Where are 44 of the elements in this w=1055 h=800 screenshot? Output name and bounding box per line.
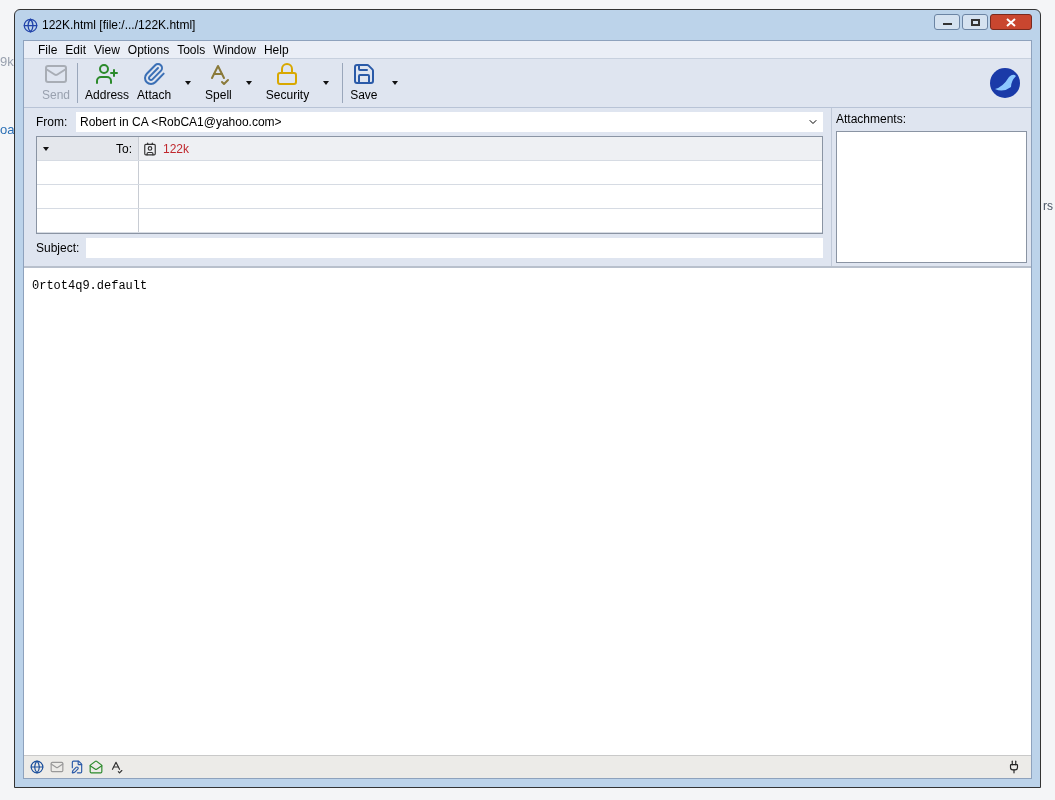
menu-item[interactable]: File [38, 40, 58, 59]
subject-label: Subject: [36, 240, 80, 257]
caret-icon[interactable] [245, 81, 252, 85]
compose-icon[interactable] [70, 760, 84, 774]
app-globe-icon [23, 17, 38, 33]
close-button[interactable] [990, 14, 1032, 30]
attachments-label: Attachments: [836, 111, 908, 128]
close-icon [1006, 17, 1016, 27]
security-button[interactable]: Security [261, 59, 314, 107]
attach-button[interactable]: Attach [133, 59, 176, 107]
paperclip-icon [142, 62, 167, 86]
minimize-button[interactable] [934, 14, 960, 30]
document-icon[interactable] [89, 760, 103, 774]
save-button[interactable]: Save [346, 59, 382, 107]
envelope-icon [44, 62, 68, 86]
from-dropdown[interactable]: Robert in CA <RobCA1@yahoo.com> [76, 112, 823, 132]
background-text: oa [0, 121, 15, 139]
attachments-list[interactable] [836, 131, 1027, 263]
subject-field[interactable] [86, 238, 823, 258]
from-label: From: [36, 114, 69, 131]
background-text: 9k [0, 53, 14, 71]
address-button[interactable]: Address [81, 59, 134, 107]
menu-item[interactable]: Options [127, 40, 170, 59]
contact-card-icon [143, 141, 157, 156]
menu-item[interactable]: View [94, 40, 120, 59]
caret-icon[interactable] [323, 81, 330, 85]
menu-item[interactable]: Window [213, 40, 256, 59]
background-text: rs [1043, 198, 1053, 215]
padlock-icon [275, 62, 300, 86]
caret-icon[interactable] [391, 81, 398, 85]
caret-icon[interactable] [43, 146, 49, 151]
spell-button[interactable]: Spell [201, 59, 236, 107]
globe-icon[interactable] [30, 760, 44, 774]
message-body[interactable]: 0rtot4q9.default [24, 266, 1031, 755]
bird-logo-icon [989, 67, 1021, 99]
caret-icon[interactable] [185, 81, 192, 85]
recipient-type-dropdown[interactable]: To: [37, 137, 139, 160]
person-plus-icon [95, 62, 120, 86]
menu-item[interactable]: Tools [177, 40, 206, 59]
maximize-button[interactable] [962, 14, 988, 30]
menu-item[interactable]: Edit [65, 40, 87, 59]
recipient-field[interactable]: 122k [139, 137, 822, 160]
menu-item[interactable]: Help [263, 40, 289, 59]
window-title: 122K.html [file:/.../122K.html] [42, 17, 196, 34]
